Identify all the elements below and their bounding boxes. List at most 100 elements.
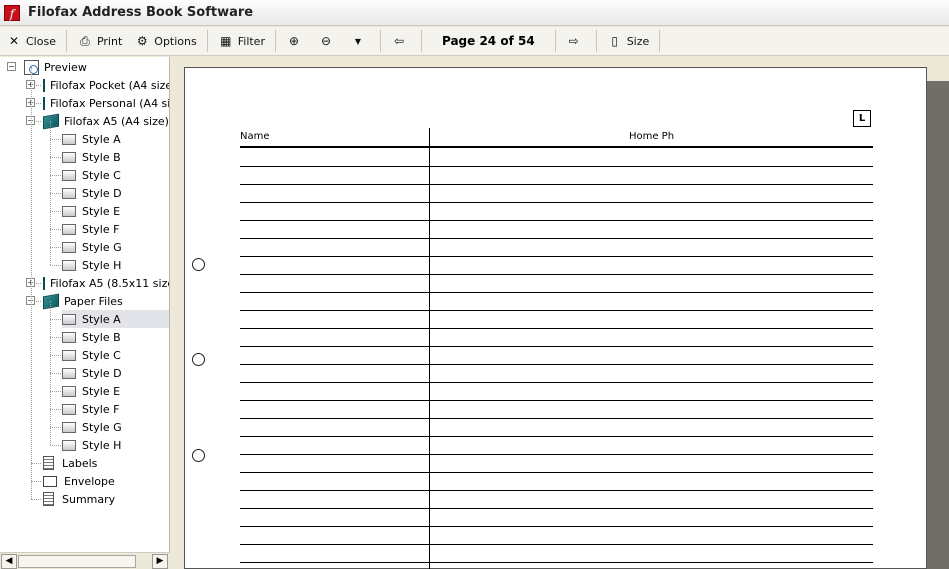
filter-button[interactable]: ▦ Filter xyxy=(212,30,271,53)
tree-connector xyxy=(50,337,61,338)
tree-item-style[interactable]: Style D xyxy=(62,364,169,382)
zoom-in-icon: ⊕ xyxy=(288,34,300,48)
tree-item-preview[interactable]: Preview xyxy=(24,58,169,76)
page-indicator: Page 24 of 54 xyxy=(441,34,535,48)
toolbar-separator xyxy=(274,30,276,52)
options-icon: ⚙ xyxy=(136,34,148,48)
tree-node-label: Style A xyxy=(82,132,121,146)
ruled-line xyxy=(240,274,873,275)
page-style-icon xyxy=(62,385,76,397)
page-style-icon xyxy=(62,439,76,451)
tree-item-group[interactable]: Filofax Pocket (A4 size) xyxy=(43,76,170,94)
options-button[interactable]: ⚙ Options xyxy=(128,30,202,53)
tree-item-style[interactable]: Style G xyxy=(62,418,169,436)
previous-page-button[interactable]: ⇦ xyxy=(385,30,417,53)
toolbar-separator xyxy=(206,30,208,52)
options-label: Options xyxy=(154,34,197,48)
size-button[interactable]: ▯ Size xyxy=(601,30,656,53)
collapse-icon[interactable]: − xyxy=(7,62,16,71)
tree-horizontal-scrollbar[interactable]: ◀ ▶ xyxy=(0,552,170,569)
tree-item-style[interactable]: Style F xyxy=(62,220,169,238)
address-book-icon xyxy=(43,276,45,290)
tree-connector xyxy=(50,121,51,265)
tree-connector xyxy=(50,193,61,194)
zoom-out-icon: ⊖ xyxy=(320,34,332,48)
tree-node-label: Style E xyxy=(82,384,121,398)
tree-item-labels[interactable]: Labels xyxy=(43,454,169,472)
title-bar: f Filofax Address Book Software xyxy=(0,0,949,26)
tree-connector xyxy=(50,391,61,392)
tree-node-label: Style H xyxy=(82,258,122,272)
ruled-line xyxy=(240,364,873,365)
tree-connector xyxy=(50,427,61,428)
zoom-in-button[interactable]: ⊕ xyxy=(280,30,312,53)
tree-item-style[interactable]: Style A xyxy=(62,130,169,148)
tree-item-style[interactable]: Style E xyxy=(62,382,169,400)
page-size-icon: ▯ xyxy=(611,34,618,48)
tree-item-style[interactable]: Style B xyxy=(62,148,169,166)
scroll-right-button[interactable]: ▶ xyxy=(152,554,168,569)
tree-item-group[interactable]: Filofax A5 (8.5x11 size) xyxy=(43,274,170,292)
page-style-icon xyxy=(62,205,76,217)
tree-item-style[interactable]: Style C xyxy=(62,346,169,364)
zoom-dropdown-button[interactable]: ▼ xyxy=(344,30,376,53)
tree-item-envelope[interactable]: Envelope xyxy=(43,472,169,490)
tree-node-label: Labels xyxy=(62,456,98,470)
ruled-line xyxy=(240,490,873,491)
tree-item-style[interactable]: Style D xyxy=(62,184,169,202)
tree-node-label: Style B xyxy=(82,150,121,164)
tree-connector xyxy=(50,175,61,176)
tree-item-style[interactable]: Style E xyxy=(62,202,169,220)
printer-icon: ⎙ xyxy=(80,33,90,48)
page-style-icon xyxy=(62,151,76,163)
filter-label: Filter xyxy=(237,34,265,48)
page-style-icon xyxy=(62,349,76,361)
arrow-right-icon: ⇨ xyxy=(568,34,579,48)
page-style-icon xyxy=(62,403,76,415)
page-preview-area[interactable]: L Name Home Ph xyxy=(173,57,949,569)
next-page-button[interactable]: ⇨ xyxy=(560,30,592,53)
window-title: Filofax Address Book Software xyxy=(28,5,254,20)
tree-item-style[interactable]: Style C xyxy=(62,166,169,184)
tree-node-label: Filofax Pocket (A4 size) xyxy=(50,78,170,92)
scrollbar-thumb[interactable] xyxy=(18,555,136,568)
page-style-icon xyxy=(62,223,76,235)
report-tree[interactable]: Preview − Filofax Pocket (A4 size) + Filofax… xyxy=(0,57,170,552)
scroll-left-button[interactable]: ◀ xyxy=(1,554,17,569)
tree-item-style[interactable]: Style A xyxy=(62,310,169,328)
tree-item-group[interactable]: Filofax Personal (A4 size) xyxy=(43,94,169,112)
ruled-line xyxy=(240,526,873,527)
close-button[interactable]: ✕ Close xyxy=(0,30,62,53)
filofax-f-icon: f xyxy=(4,4,20,21)
tree-item-summary[interactable]: Summary xyxy=(43,490,169,508)
tree-connector xyxy=(50,157,61,158)
ruled-line xyxy=(240,256,873,257)
page-style-icon xyxy=(62,313,76,325)
tree-node-label: Envelope xyxy=(64,474,115,488)
tree-item-style[interactable]: Style H xyxy=(62,256,169,274)
tree-node-label: Filofax A5 (8.5x11 size) xyxy=(50,276,170,290)
column-header-home-phone: Home Ph xyxy=(628,131,675,142)
ruled-line xyxy=(240,562,873,563)
toolbar-separator xyxy=(554,30,556,52)
tree-connector xyxy=(31,481,41,482)
tree-item-style[interactable]: Style H xyxy=(62,436,169,454)
tree-item-style[interactable]: Style G xyxy=(62,238,169,256)
ruled-line xyxy=(240,400,873,401)
tree-node-label: Style G xyxy=(82,420,122,434)
tree-item-style[interactable]: Style B xyxy=(62,328,169,346)
header-rule xyxy=(240,146,873,148)
print-button[interactable]: ⎙ Print xyxy=(71,30,128,53)
toolbar-separator xyxy=(65,30,67,52)
zoom-out-button[interactable]: ⊖ xyxy=(312,30,344,53)
tree-connector xyxy=(50,229,61,230)
toolbar: ✕ Close ⎙ Print ⚙ Options ▦ Filter ⊕ ⊖ ▼… xyxy=(0,27,949,56)
tree-node-label: Style H xyxy=(82,438,122,452)
toolbar-separator xyxy=(595,30,597,52)
page-style-icon xyxy=(62,367,76,379)
tree-node-label: Style B xyxy=(82,330,121,344)
document-icon xyxy=(43,456,54,470)
tree-item-group[interactable]: Paper Files xyxy=(43,292,169,310)
tree-item-group[interactable]: Filofax A5 (A4 size) xyxy=(43,112,169,130)
tree-item-style[interactable]: Style F xyxy=(62,400,169,418)
